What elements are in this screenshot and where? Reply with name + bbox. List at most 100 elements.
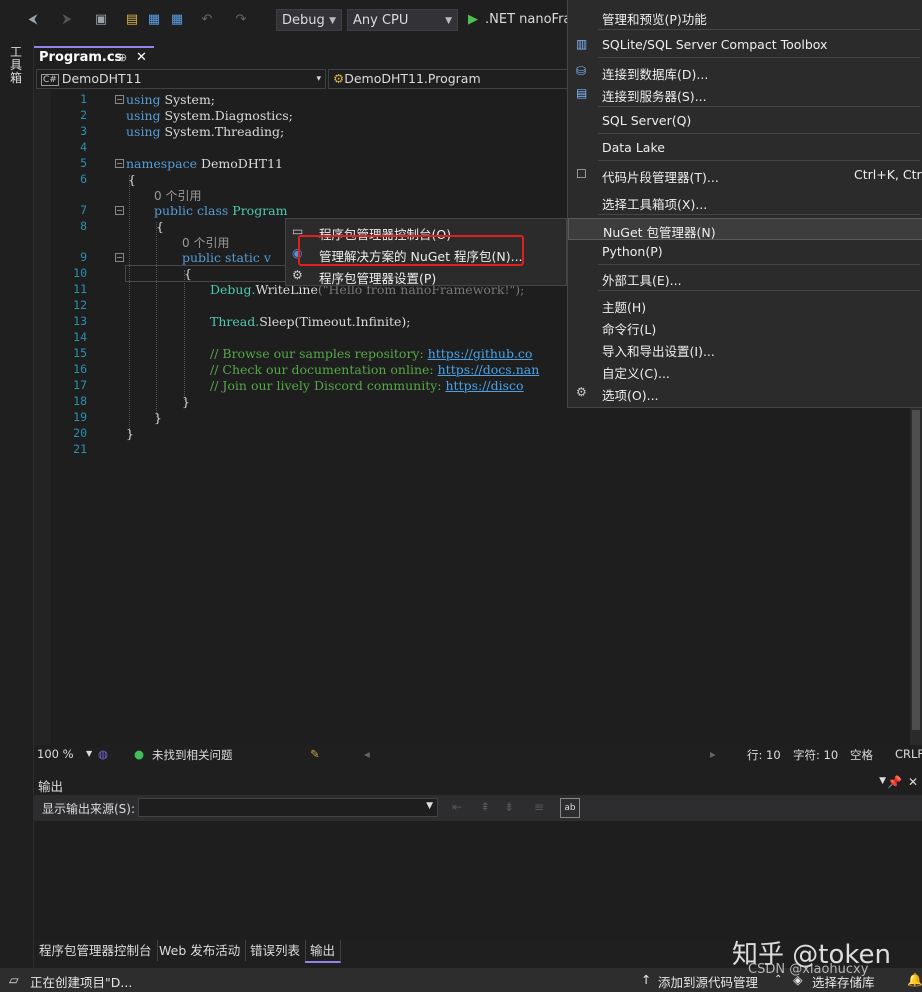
submenu-item-label: 程序包管理器设置(P) [319, 271, 437, 286]
menu-item-sqlite-toolbox[interactable]: ▥ SQLite/SQL Server Compact Toolbox [568, 34, 922, 56]
class-dropdown[interactable]: ⚙DemoDHT11.Program [328, 69, 574, 89]
scroll-right-icon[interactable]: ▸ [710, 747, 716, 761]
brush-icon[interactable]: ✎ [310, 747, 320, 761]
pin-icon[interactable]: ⊕ [118, 48, 127, 68]
next-message-icon[interactable]: ⇟ [504, 800, 514, 814]
menu-item-command-line[interactable]: 命令行(L) [568, 316, 922, 338]
menu-item-connect-database[interactable]: ⛁ 连接到数据库(D)... [568, 61, 922, 83]
menu-item-external-tools[interactable]: 外部工具(E)... [568, 267, 922, 289]
line-number: 13 [73, 314, 87, 328]
platform-select[interactable]: Any CPU ▼ [347, 9, 458, 31]
menu-item-theme[interactable]: 主题(H) [568, 294, 922, 316]
output-content[interactable] [34, 821, 922, 939]
connect-db-icon: ⛁ [576, 64, 587, 78]
submenu-item-package-settings[interactable]: ⚙ 程序包管理器设置(P) [286, 265, 566, 287]
pin-icon[interactable]: 📌 [887, 775, 902, 789]
gear-icon: ⚙ [576, 385, 587, 399]
type-name: Program [228, 203, 288, 218]
code-line-5: namespace DemoDHT11 [126, 156, 283, 171]
word-wrap-icon[interactable]: ab [560, 798, 580, 818]
back-icon[interactable]: ⮜ [24, 10, 42, 30]
toolbox-tab[interactable]: 工具箱 [10, 46, 24, 85]
line-number: 8 [80, 219, 87, 233]
class-name: DemoDHT11.Program [344, 71, 481, 86]
code-line-13: Thread.Sleep(Timeout.Infinite); [210, 314, 410, 329]
code-link[interactable]: https://docs.nan [438, 362, 540, 377]
menu-item-sql-server[interactable]: SQL Server(Q) [568, 110, 922, 132]
tab-error-list[interactable]: 错误列表 [245, 940, 307, 961]
prev-message-icon[interactable]: ⇞ [480, 800, 490, 814]
run-target[interactable]: .NET nanoFrar [485, 12, 577, 27]
tab-web-publish[interactable]: Web 发布活动 [154, 940, 247, 961]
chevron-down-icon[interactable]: ▼ [879, 776, 886, 786]
start-icon[interactable]: ▶ [466, 10, 480, 30]
tab-output[interactable]: 输出 [305, 940, 342, 963]
menu-separator [598, 214, 920, 215]
code-text: System.Threading; [160, 124, 285, 139]
scroll-left-icon[interactable]: ◂ [364, 747, 370, 761]
save-icon[interactable]: ▦ [146, 10, 162, 30]
tab-package-manager-console[interactable]: 程序包管理器控制台 [34, 940, 158, 961]
code-line-10: { [184, 266, 192, 281]
menu-separator [598, 160, 920, 161]
close-icon[interactable]: ✕ [908, 775, 918, 789]
add-to-source-control[interactable]: 添加到源代码管理 [658, 972, 758, 991]
whitespace-indicator[interactable]: 空格 [850, 747, 873, 763]
find-message-icon[interactable]: ⇤ [452, 800, 462, 814]
menu-item-import-export-settings[interactable]: 导入和导出设置(I)... [568, 338, 922, 360]
code-text: DemoDHT11 [197, 156, 283, 171]
code-link[interactable]: https://disco [445, 378, 523, 393]
code-line-1: using System; [126, 92, 215, 107]
redo-icon[interactable]: ↷ [233, 10, 249, 30]
menu-item-manage-preview-features[interactable]: 管理和预览(P)功能 [568, 6, 922, 28]
issues-status[interactable]: 未找到相关问题 [152, 747, 233, 763]
intellicode-icon[interactable]: ◍ [98, 747, 108, 761]
close-icon[interactable]: ✕ [136, 48, 147, 68]
menu-item-choose-toolbox-items[interactable]: 选择工具箱项(X)... [568, 191, 922, 213]
column-indicator[interactable]: 字符: 10 [793, 747, 838, 763]
zoom-level[interactable]: 100 % [37, 747, 74, 761]
config-select[interactable]: Debug ▼ [276, 9, 342, 31]
bell-icon[interactable]: 🔔 [907, 972, 922, 988]
menu-item-data-lake[interactable]: Data Lake [568, 137, 922, 159]
open-folder-icon[interactable]: ▤ [124, 10, 140, 30]
menu-item-customize[interactable]: 自定义(C)... [568, 360, 922, 382]
side-rail: 工具箱 [0, 40, 34, 968]
indent-guide [184, 270, 185, 400]
code-link[interactable]: https://github.co [428, 346, 533, 361]
code-line-7: public class Program [154, 203, 287, 218]
menu-item-label: 导入和导出设置(I)... [602, 344, 715, 359]
chevron-down-icon[interactable]: ▼ [86, 749, 92, 758]
save-all-icon[interactable]: ▦ [169, 10, 185, 30]
undo-icon[interactable]: ↶ [199, 10, 215, 30]
comment: // Check our documentation online: [210, 362, 438, 377]
fold-toggle-icon[interactable]: − [115, 95, 124, 104]
menu-item-connect-server[interactable]: ▤ 连接到服务器(S)... [568, 83, 922, 105]
forward-icon[interactable]: ⮞ [60, 10, 74, 30]
output-source-select[interactable]: ▼ [138, 798, 438, 817]
fold-toggle-icon[interactable]: − [115, 253, 124, 262]
project-dropdown[interactable]: C# DemoDHT11 ▾ [36, 69, 326, 89]
indent-guide [129, 175, 130, 433]
status-icon: ▱ [9, 972, 19, 987]
new-project-icon[interactable]: ▣ [92, 10, 110, 30]
menu-item-label: Data Lake [602, 140, 665, 155]
menu-item-nuget-package-manager[interactable]: NuGet 包管理器(N) [568, 218, 922, 240]
clear-all-icon[interactable]: ≡ [534, 800, 544, 814]
menu-item-options[interactable]: ⚙ 选项(O)... [568, 382, 922, 404]
tab-program-cs[interactable]: Program.cs ⊕ ✕ [34, 46, 154, 68]
scrollbar-thumb[interactable] [912, 410, 920, 730]
indent-guide [156, 222, 157, 417]
code-line-17: // Join our lively Discord community: ht… [210, 378, 524, 393]
line-ending-indicator[interactable]: CRLF [895, 747, 922, 761]
menu-item-snippet-manager[interactable]: ☐ 代码片段管理器(T)... Ctrl+K, Ctrl+ [568, 164, 922, 186]
vertical-scrollbar[interactable] [910, 400, 922, 745]
fold-toggle-icon[interactable]: − [115, 206, 124, 215]
fold-toggle-icon[interactable]: − [115, 159, 124, 168]
codelens-references[interactable]: 0 个引用 [154, 187, 201, 204]
line-number: 9 [80, 250, 87, 264]
menu-item-python[interactable]: Python(P) [568, 241, 922, 263]
codelens-references[interactable]: 0 个引用 [182, 234, 229, 251]
line-indicator[interactable]: 行: 10 [747, 747, 781, 763]
line-number: 7 [80, 203, 87, 217]
